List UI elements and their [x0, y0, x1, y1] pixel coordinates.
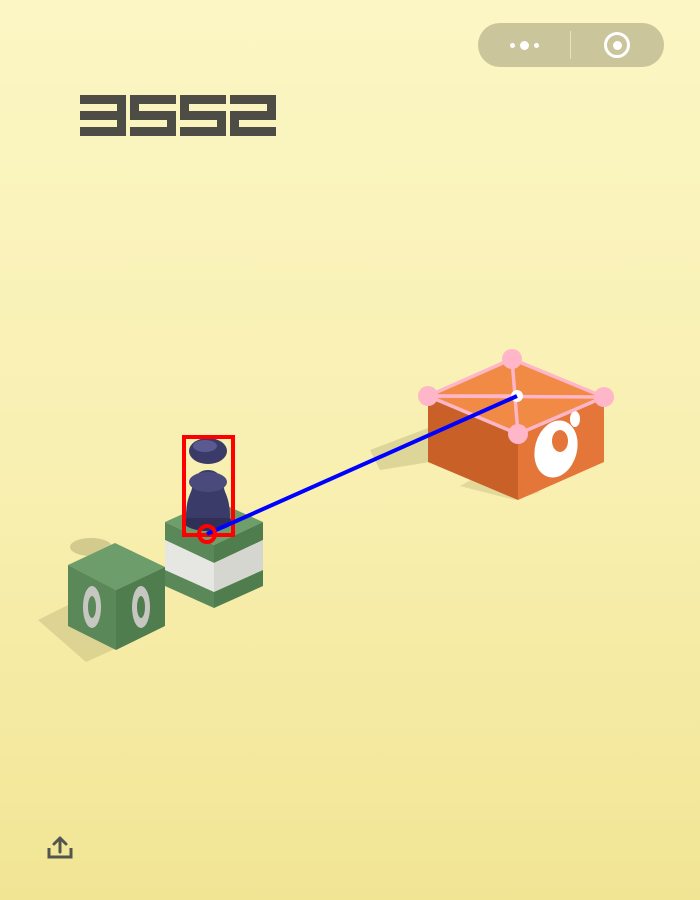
score-digit-segment — [80, 127, 126, 136]
player-piece — [184, 438, 232, 531]
score-digit-segment — [230, 127, 276, 136]
target-close-icon — [604, 32, 630, 58]
share-upload-icon — [47, 836, 73, 859]
capsule-menu — [478, 23, 664, 67]
score-digit-segment — [180, 127, 226, 136]
score-digit-segment — [130, 127, 176, 136]
more-button[interactable] — [478, 23, 570, 67]
game-scene[interactable] — [0, 0, 700, 900]
more-dots-icon — [509, 40, 539, 50]
close-button[interactable] — [571, 23, 663, 67]
share-button[interactable] — [44, 832, 76, 864]
game-screen[interactable]: 3552 — [0, 0, 700, 900]
score-display — [80, 95, 276, 136]
